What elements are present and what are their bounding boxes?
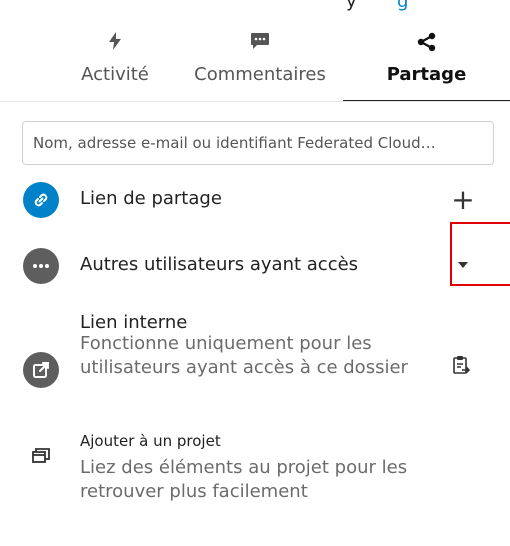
others-access-title[interactable]: Autres utilisateurs ayant accès: [80, 254, 358, 275]
tab-activity[interactable]: Activité: [40, 28, 190, 100]
project-title[interactable]: Ajouter à un projet: [80, 432, 221, 450]
highlight-box: [450, 222, 510, 286]
tab-sharing-label: Partage: [386, 64, 467, 85]
tab-comments-label: Commentaires: [194, 64, 326, 85]
link-icon: [23, 182, 59, 218]
clipboard-icon[interactable]: [446, 350, 476, 380]
internal-link-title: Lien interne: [80, 312, 188, 333]
share-icon: [343, 32, 510, 52]
external-link-icon: [23, 352, 59, 388]
tab-comments[interactable]: Commentaires: [175, 28, 345, 100]
share-search-input[interactable]: [22, 121, 494, 165]
share-link-title[interactable]: Lien de partage: [80, 188, 222, 209]
project-icon: [23, 438, 59, 474]
tab-sharing[interactable]: Partage: [343, 28, 510, 102]
internal-link-row: Lien interne Fonctionne uniquement pour …: [0, 312, 510, 416]
comment-icon: [175, 32, 345, 52]
others-access-row: Autres utilisateurs ayant accès: [0, 246, 510, 286]
clipped-text-fragment: y: [346, 0, 357, 12]
tabs-divider: [0, 101, 510, 102]
more-icon: [23, 248, 59, 284]
activity-icon: [40, 32, 190, 52]
clipped-header-text: y g: [0, 0, 510, 24]
share-link-row: Lien de partage +: [0, 180, 510, 220]
internal-link-subtitle: Fonctionne uniquement pour les utilisate…: [80, 333, 408, 378]
add-share-link-button[interactable]: +: [448, 183, 478, 216]
project-subtitle: Liez des éléments au projet pour les ret…: [80, 457, 408, 502]
project-row: Ajouter à un projet Liez des éléments au…: [0, 430, 510, 514]
clipped-text-accent: g: [397, 0, 409, 12]
sidebar-tabs: Activité Commentaires Partage: [0, 28, 510, 102]
tab-activity-label: Activité: [81, 64, 149, 85]
